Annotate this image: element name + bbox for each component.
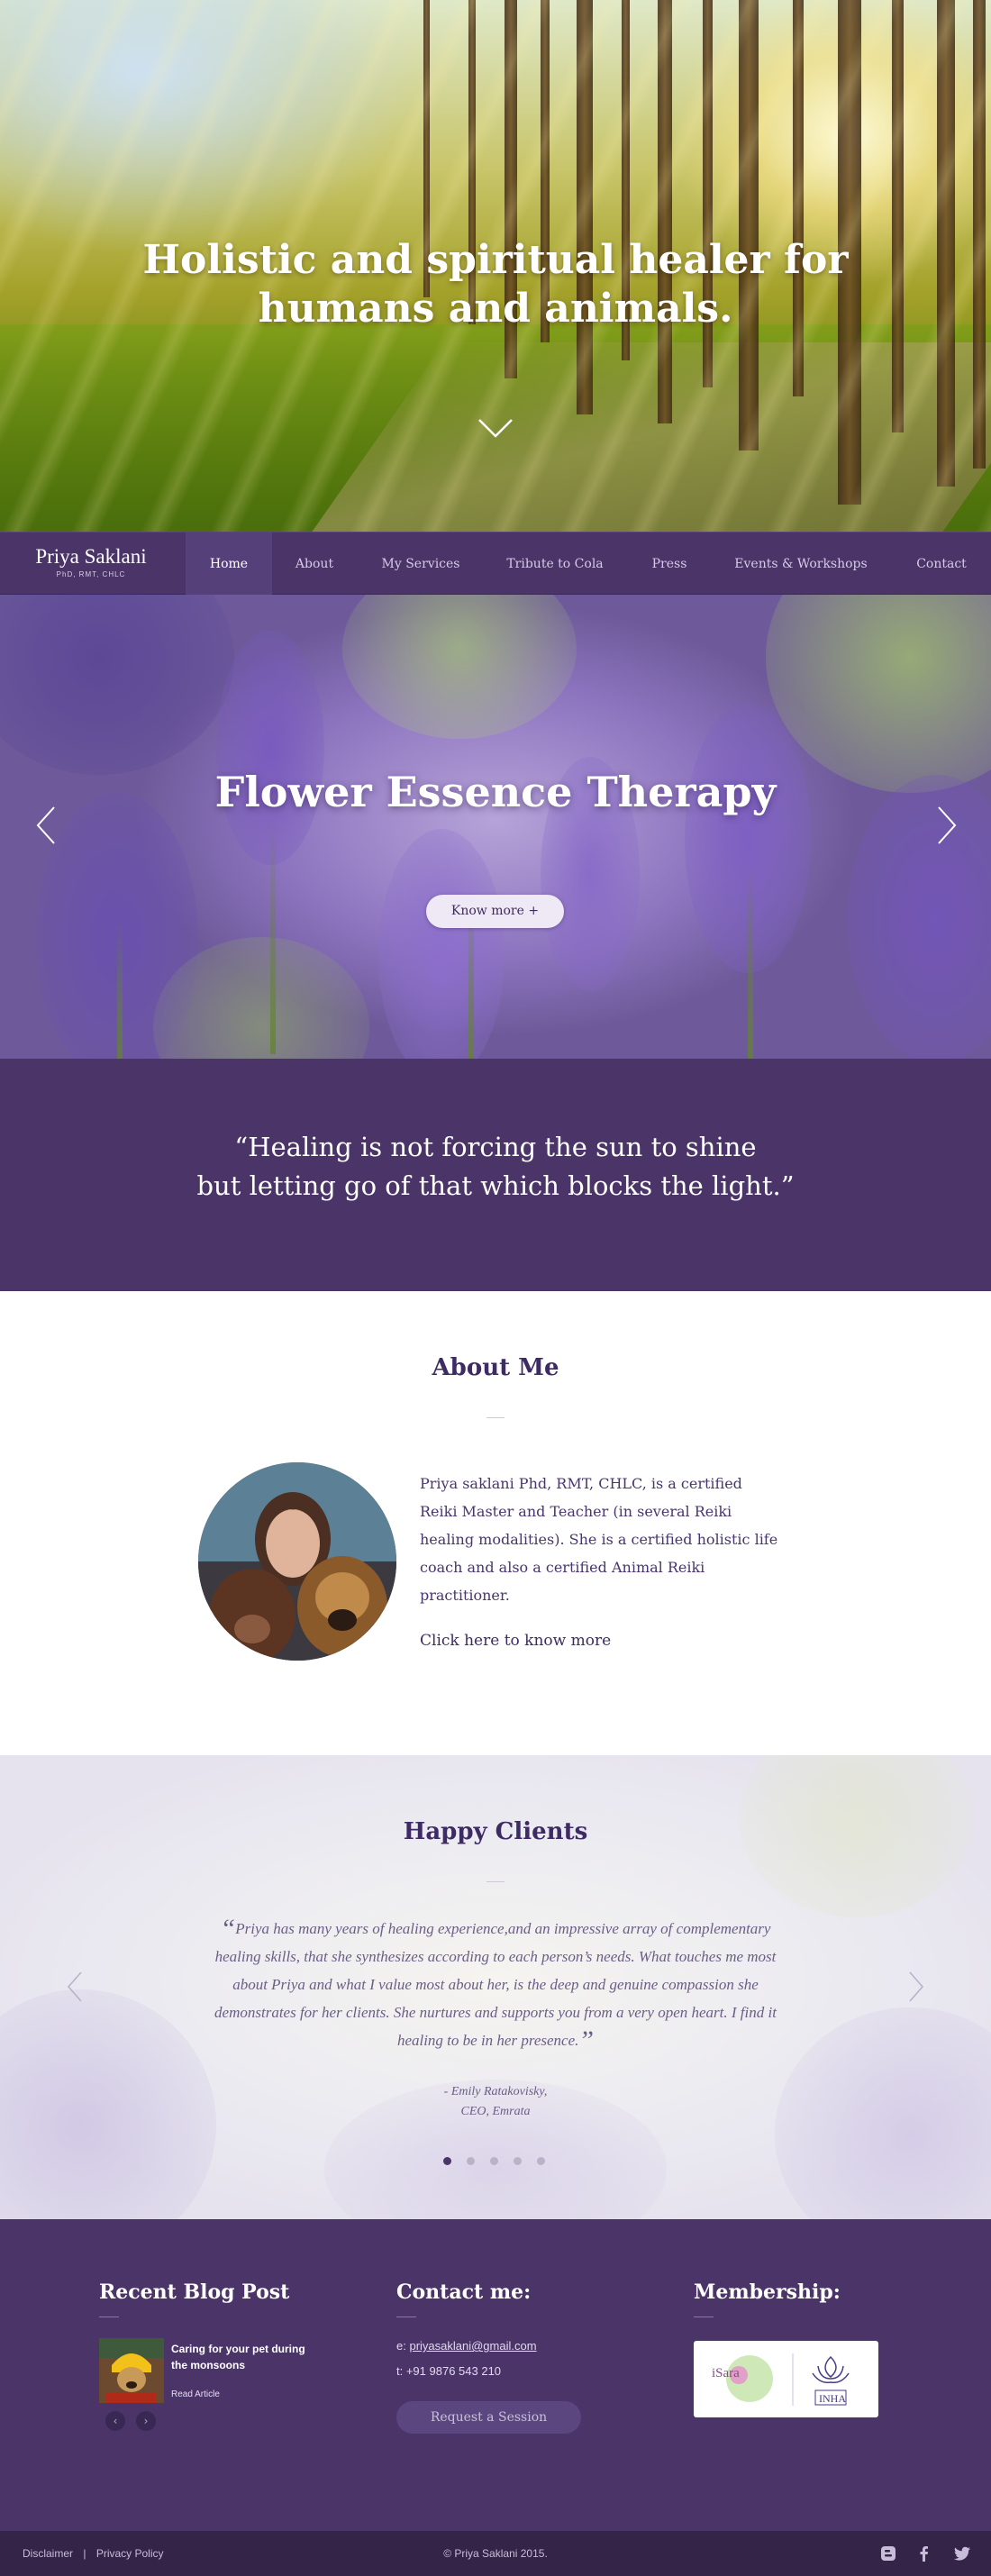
clients-section: Happy Clients “Priya has many years of h… [0,1755,991,2219]
client-role: CEO, Emrata [460,2105,531,2118]
testimonial-pagination [443,2157,551,2170]
pagination-dot-4[interactable] [514,2157,522,2165]
close-quote-mark: ” [578,2025,595,2055]
contact-phone: t: +91 9876 543 210 [396,2364,502,2378]
quote-band: “Healing is not forcing the sun to shine… [0,1059,991,1291]
blog-heading: Recent Blog Post [99,2280,290,2304]
nav-item-press[interactable]: Press [636,532,703,596]
nav-item-tribute-to-cola[interactable]: Tribute to Cola [496,532,614,596]
contact-email: e: priyasaklani@gmail.com [396,2339,537,2353]
blog-prev-button[interactable]: ‹ [105,2411,125,2431]
nav-item-my-services[interactable]: My Services [368,532,474,596]
brand-credentials: PhD, RMT, CHLC [56,570,126,578]
bottom-bar: Disclaimer | Privacy Policy © Priya Sakl… [0,2531,991,2576]
blog-next-button[interactable]: › [136,2411,156,2431]
copyright-text: © Priya Saklani 2015. [443,2547,548,2560]
brand-logo[interactable]: Priya Saklani PhD, RMT, CHLC [23,545,159,578]
healing-quote: “Healing is not forcing the sun to shine… [0,1128,991,1206]
client-name: - Emily Ratakovisky, [443,2085,548,2098]
nav-item-events-workshops[interactable]: Events & Workshops [726,532,876,596]
clients-title: Happy Clients [403,1818,588,1845]
nav-item-about[interactable]: About [277,532,351,596]
open-quote-mark: “ [220,1914,236,1943]
blog-post-title[interactable]: Caring for your pet during the monsoons [171,2341,306,2373]
pagination-dot-5[interactable] [537,2157,545,2165]
know-more-link[interactable]: Click here to know more [420,1632,611,1650]
about-section: About Me Priya saklani Phd, RMT, CHLC, i… [0,1291,991,1755]
pagination-dot-1[interactable] [443,2157,451,2165]
site-footer: Recent Blog Post Caring for your pet dur… [0,2219,991,2531]
pagination-dot-2[interactable] [467,2157,475,2165]
hero-title-line-2: humans and animals. [258,286,733,332]
email-prefix: e: [396,2339,410,2353]
hero-title-line-1: Holistic and spiritual healer for [142,237,849,283]
svg-text:INHA: INHA [819,2392,846,2405]
contact-heading: Contact me: [396,2280,532,2304]
pagination-dot-3[interactable] [490,2157,498,2165]
about-divider [486,1417,505,1418]
chevron-right-icon[interactable] [933,805,960,846]
quote-line-2: but letting go of that which blocks the … [196,1170,795,1201]
quote-line-1: “Healing is not forcing the sun to shine [234,1132,757,1162]
about-title: About Me [432,1354,559,1381]
nav-item-contact[interactable]: Contact [905,532,978,596]
slide-title: Flower Essence Therapy [214,768,777,816]
hero-banner: Holistic and spiritual healer for humans… [0,0,991,532]
about-description: Priya saklani Phd, RMT, CHLC, is a certi… [420,1475,778,1604]
email-link[interactable]: priyasaklani@gmail.com [409,2339,536,2353]
testimonial-body: Priya has many years of healing experien… [214,1920,777,2049]
read-article-link[interactable]: Read Article [171,2389,220,2399]
request-session-button[interactable]: Request a Session [396,2401,581,2434]
twitter-icon[interactable] [953,2544,971,2562]
svg-text:iSara: iSara [712,2366,740,2380]
blogger-icon[interactable] [879,2544,897,2562]
chevron-down-icon[interactable] [477,416,514,441]
know-more-button[interactable]: Know more + [426,895,564,928]
clients-divider [486,1881,505,1882]
membership-heading: Membership: [694,2280,841,2304]
brand-name: Priya Saklani [35,545,147,568]
nav-item-home[interactable]: Home [186,532,272,596]
blog-thumbnail[interactable] [99,2338,164,2403]
avatar [198,1462,396,1661]
chevron-left-icon[interactable] [65,1970,85,2004]
chevron-right-icon[interactable] [906,1970,926,2004]
testimonial-text: “Priya has many years of healing experie… [198,1915,793,2054]
membership-logo-art: iSara INHA [712,2353,850,2406]
feature-slider: Flower Essence Therapy Know more + [0,595,991,1059]
membership-logos: iSara INHA [694,2341,878,2417]
chevron-left-icon[interactable] [32,805,59,846]
hero-title: Holistic and spiritual healer for humans… [0,236,991,333]
main-nav: Priya Saklani PhD, RMT, CHLC Home About … [0,532,991,596]
facebook-icon[interactable] [915,2544,933,2562]
